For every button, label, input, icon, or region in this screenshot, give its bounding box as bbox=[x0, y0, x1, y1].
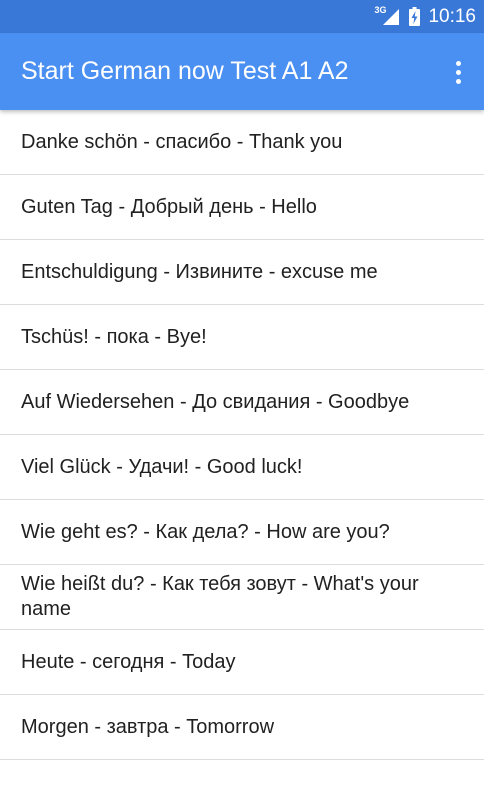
list-item-label: Wie heißt du? - Как тебя зовут - What's … bbox=[21, 573, 419, 620]
list-item-label: Guten Tag - Добрый день - Hello bbox=[21, 195, 317, 218]
list-item-label: Entschuldigung - Извините - excuse me bbox=[21, 260, 378, 283]
more-vert-icon bbox=[455, 60, 461, 66]
list-item-label: Auf Wiedersehen - До свидания - Goodbye bbox=[21, 390, 410, 413]
list-item-label: Danke schön - спасибо - Thank you bbox=[21, 130, 343, 153]
list-item-label: Heute - сегодня - Today bbox=[21, 650, 236, 673]
status-bar: 3G 10:16 bbox=[0, 0, 484, 33]
battery-icon bbox=[409, 7, 421, 26]
list-item[interactable]: Guten Tag - Добрый день - Hello bbox=[0, 175, 484, 240]
list-item[interactable]: Heute - сегодня - Today bbox=[0, 630, 484, 695]
clock: 10:16 bbox=[428, 6, 476, 27]
list-item-label: Wie geht es? - Как дела? - How are you? bbox=[21, 520, 390, 543]
list-item[interactable]: Auf Wiedersehen - До свидания - Goodbye bbox=[0, 370, 484, 435]
network-type-label: 3G bbox=[374, 4, 387, 15]
more-options-button[interactable] bbox=[444, 53, 472, 91]
list-item[interactable]: Morgen - завтра - Tomorrow bbox=[0, 695, 484, 760]
phrase-list: Danke schön - спасибо - Thank you Guten … bbox=[0, 110, 484, 760]
app-bar: Start German now Test A1 A2 bbox=[0, 33, 484, 110]
status-icons: 3G 10:16 bbox=[374, 0, 476, 33]
app-title: Start German now Test A1 A2 bbox=[21, 57, 349, 85]
list-item[interactable]: Wie geht es? - Как дела? - How are you? bbox=[0, 500, 484, 565]
list-item-label: Viel Glück - Удачи! - Good luck! bbox=[21, 455, 303, 478]
list-item[interactable]: Wie heißt du? - Как тебя зовут - What's … bbox=[0, 565, 484, 630]
list-item[interactable]: Entschuldigung - Извините - excuse me bbox=[0, 240, 484, 305]
list-item[interactable]: Viel Glück - Удачи! - Good luck! bbox=[0, 435, 484, 500]
list-item-label: Morgen - завтра - Tomorrow bbox=[21, 715, 275, 738]
list-item[interactable]: Tschüs! - пока - Bye! bbox=[0, 305, 484, 370]
list-item[interactable]: Danke schön - спасибо - Thank you bbox=[0, 110, 484, 175]
list-item-label: Tschüs! - пока - Bye! bbox=[21, 325, 207, 348]
